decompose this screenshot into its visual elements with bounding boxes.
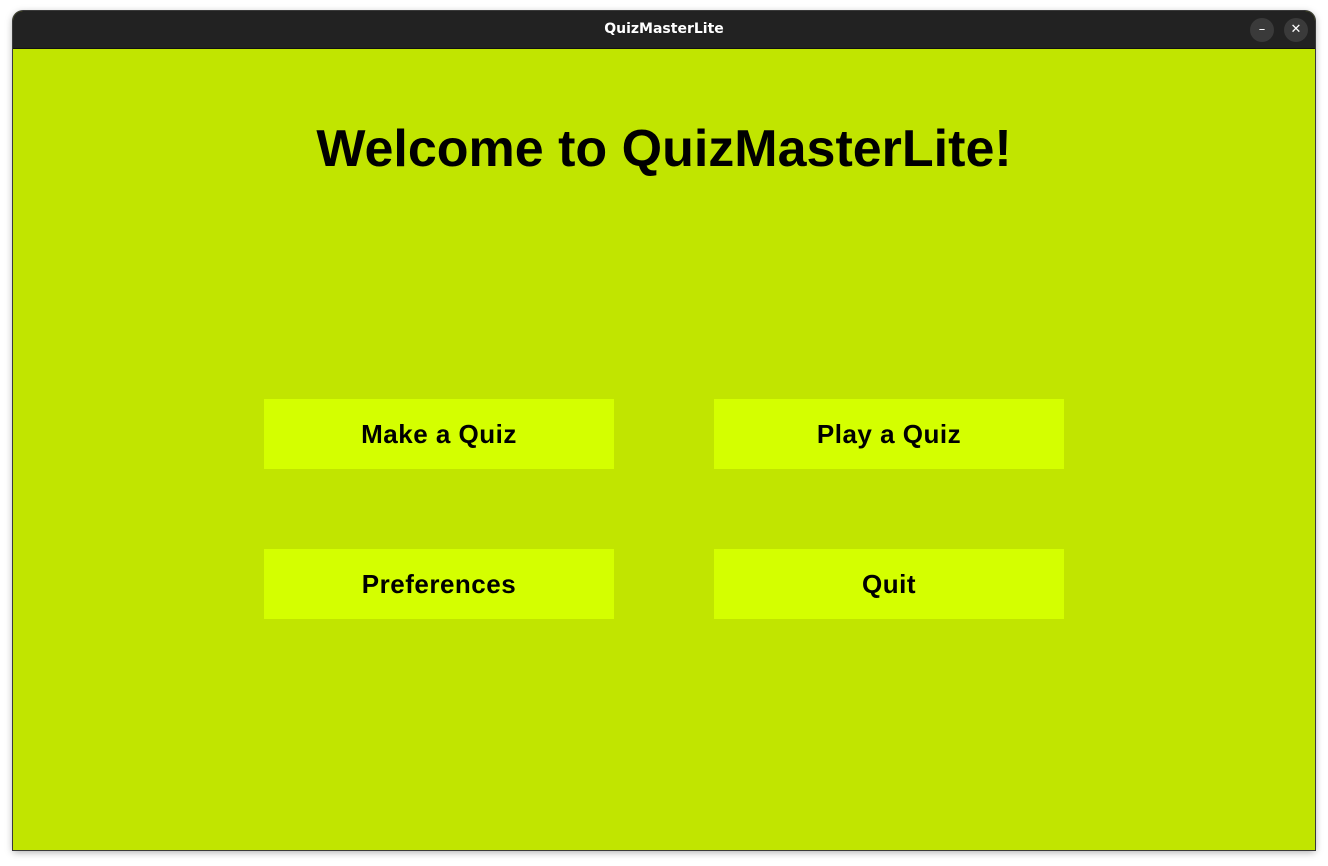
preferences-button[interactable]: Preferences: [264, 549, 614, 619]
play-quiz-button[interactable]: Play a Quiz: [714, 399, 1064, 469]
welcome-heading: Welcome to QuizMasterLite!: [316, 120, 1012, 178]
window-title: QuizMasterLite: [604, 21, 724, 37]
main-panel: Welcome to QuizMasterLite! Make a Quiz P…: [13, 49, 1315, 850]
title-bar[interactable]: QuizMasterLite – ✕: [13, 11, 1315, 49]
close-button[interactable]: ✕: [1284, 18, 1308, 42]
app-window: QuizMasterLite – ✕ Welcome to QuizMaster…: [13, 11, 1315, 850]
close-icon: ✕: [1290, 22, 1302, 37]
quit-button[interactable]: Quit: [714, 549, 1064, 619]
make-quiz-button[interactable]: Make a Quiz: [264, 399, 614, 469]
minimize-button[interactable]: –: [1250, 18, 1274, 42]
minimize-icon: –: [1258, 22, 1266, 37]
